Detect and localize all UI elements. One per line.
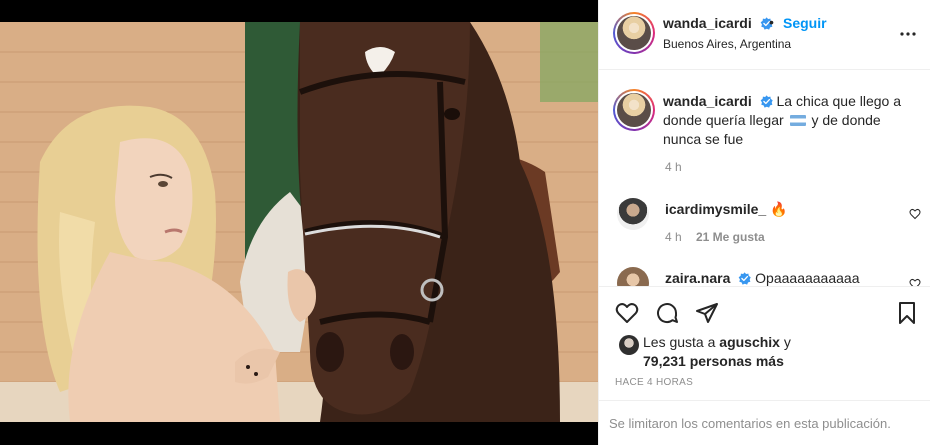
caption-username[interactable]: wanda_icardi bbox=[663, 93, 752, 109]
comment-text: 🔥 bbox=[770, 201, 788, 217]
comments-limited-bar: Se limitaron los comentarios en esta pub… bbox=[599, 400, 930, 445]
liker-username[interactable]: aguschix bbox=[719, 334, 780, 350]
argentina-flag-icon bbox=[789, 115, 806, 126]
post-timestamp[interactable]: HACE 4 HORAS bbox=[615, 377, 693, 388]
comment-text: Opaaaaaaaaaaa bbox=[755, 270, 860, 286]
comment-username[interactable]: icardimysmile_ bbox=[665, 201, 766, 217]
author-avatar[interactable] bbox=[613, 12, 655, 54]
comment-item: icardimysmile_ 🔥 bbox=[665, 201, 788, 218]
likes-summary: Les gusta a aguschix y 79,231 personas m… bbox=[643, 333, 791, 371]
post-header: wanda_icardi • Seguir Buenos Aires, Arge… bbox=[599, 0, 930, 70]
caption-author-avatar[interactable] bbox=[613, 89, 655, 131]
comment-avatar[interactable] bbox=[617, 267, 649, 286]
likes-count[interactable]: 79,231 personas más bbox=[643, 353, 784, 369]
post-actions: Les gusta a aguschix y 79,231 personas m… bbox=[599, 286, 930, 445]
post-caption: wanda_icardi La chica que llego a donde … bbox=[663, 92, 913, 149]
comment-icon[interactable] bbox=[655, 301, 679, 325]
comment-avatar[interactable] bbox=[617, 198, 649, 230]
likes-conjunction: y bbox=[783, 334, 791, 350]
caption-timestamp[interactable]: 4 h bbox=[665, 160, 682, 174]
separator-dot: • bbox=[769, 14, 774, 30]
verified-badge-icon bbox=[760, 95, 773, 108]
author-name-row: wanda_icardi bbox=[663, 15, 773, 31]
comments-limited-text: Se limitaron los comentarios en esta pub… bbox=[609, 416, 891, 431]
bookmark-icon[interactable] bbox=[895, 301, 919, 325]
author-username[interactable]: wanda_icardi bbox=[663, 15, 752, 31]
post-media bbox=[0, 0, 598, 445]
more-options-icon[interactable] bbox=[899, 26, 917, 42]
comments-section[interactable]: wanda_icardi La chica que llego a donde … bbox=[599, 71, 930, 286]
post-location[interactable]: Buenos Aires, Argentina bbox=[663, 37, 791, 51]
likes-prefix: Les gusta a bbox=[643, 334, 716, 350]
comment-like-heart-icon[interactable] bbox=[909, 278, 921, 286]
comment-like-heart-icon[interactable] bbox=[909, 208, 921, 220]
heart-icon[interactable] bbox=[615, 301, 639, 325]
comment-username[interactable]: zaira.nara bbox=[665, 270, 730, 286]
share-icon[interactable] bbox=[695, 301, 719, 325]
liker-avatar[interactable] bbox=[619, 335, 639, 355]
follow-button[interactable]: Seguir bbox=[783, 15, 827, 31]
post-photo[interactable] bbox=[0, 22, 598, 422]
comment-timestamp[interactable]: 4 h bbox=[665, 230, 682, 244]
comment-likes[interactable]: 21 Me gusta bbox=[696, 230, 765, 244]
comment-item: zaira.nara Opaaaaaaaaaaa bbox=[665, 270, 859, 286]
verified-badge-icon bbox=[738, 272, 751, 285]
post-side-panel: wanda_icardi • Seguir Buenos Aires, Arge… bbox=[598, 0, 930, 445]
post-photo-illustration bbox=[0, 22, 598, 422]
